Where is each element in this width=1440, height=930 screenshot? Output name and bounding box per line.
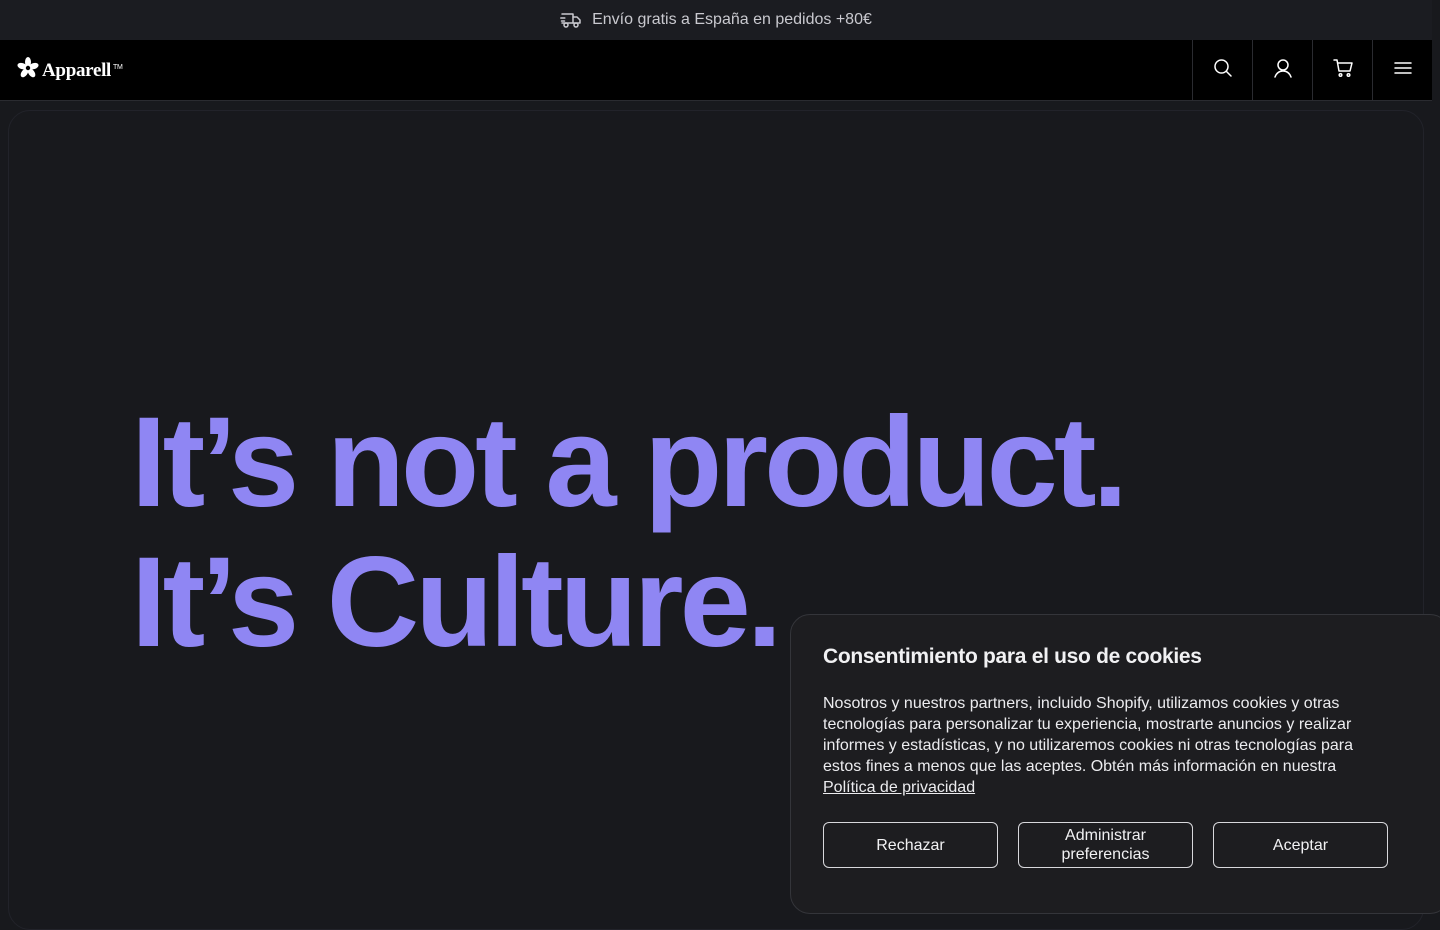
hero-line-1: It’s not a product. <box>131 391 1128 534</box>
flower-logo-icon <box>16 57 40 85</box>
delivery-truck-icon <box>560 11 582 29</box>
user-icon <box>1273 58 1293 83</box>
search-button[interactable] <box>1192 40 1252 100</box>
announcement-text: Envío gratis a España en pedidos +80€ <box>592 11 872 28</box>
accept-cookies-button[interactable]: Aceptar <box>1213 822 1388 868</box>
logo[interactable]: Apparell TM <box>16 57 123 85</box>
manage-preferences-button[interactable]: Administrar preferencias <box>1018 822 1193 868</box>
site-header: Apparell TM <box>0 40 1432 101</box>
account-button[interactable] <box>1252 40 1312 100</box>
cookie-consent-panel: Consentimiento para el uso de cookies No… <box>790 614 1440 914</box>
logo-trademark: TM <box>113 63 123 71</box>
privacy-policy-link[interactable]: Política de privacidad <box>823 779 975 796</box>
search-icon <box>1213 58 1233 83</box>
cart-icon <box>1332 58 1353 83</box>
logo-text: Apparell <box>42 60 112 81</box>
cookie-body: Nosotros y nuestros partners, incluido S… <box>823 693 1393 798</box>
cart-button[interactable] <box>1312 40 1372 100</box>
cookie-body-text: Nosotros y nuestros partners, incluido S… <box>823 695 1354 775</box>
header-actions <box>1192 40 1432 100</box>
cookie-actions: Rechazar Administrar preferencias Acepta… <box>823 822 1388 868</box>
cookie-title: Consentimiento para el uso de cookies <box>823 645 1202 668</box>
announcement-bar: Envío gratis a España en pedidos +80€ <box>0 0 1432 40</box>
reject-cookies-button[interactable]: Rechazar <box>823 822 998 868</box>
menu-button[interactable] <box>1372 40 1432 100</box>
menu-icon <box>1393 60 1413 81</box>
